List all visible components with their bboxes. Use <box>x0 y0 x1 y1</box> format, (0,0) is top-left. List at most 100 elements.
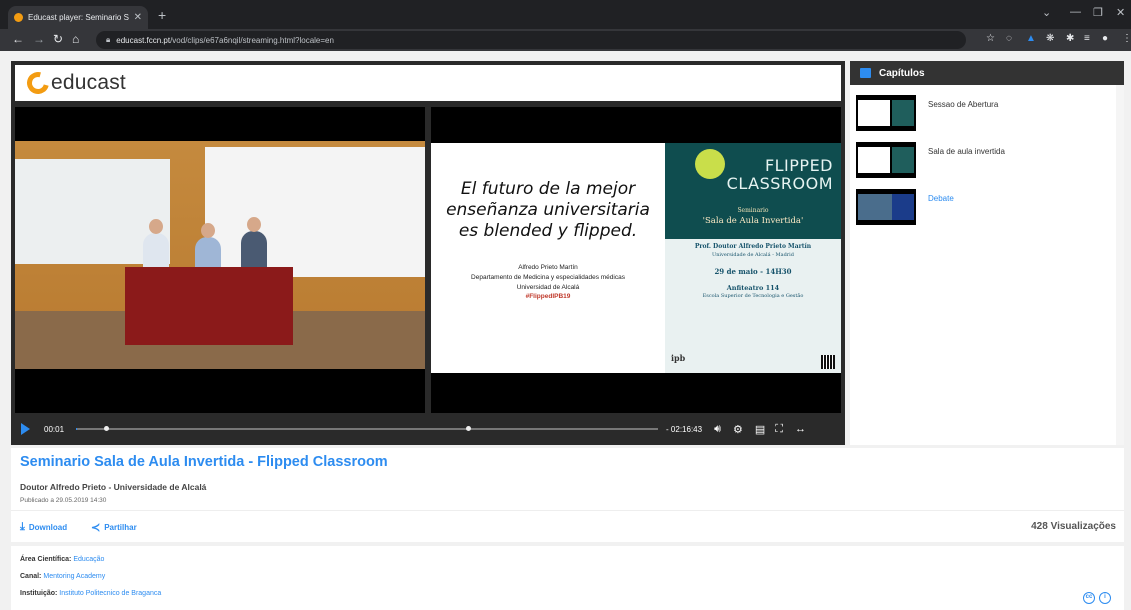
classroom-scene <box>15 141 425 369</box>
seek-progress <box>76 428 78 430</box>
chapters-scrollbar[interactable] <box>1116 85 1124 445</box>
poster-venue: Anfiteatro 114 <box>726 284 780 292</box>
current-time: 00:01 <box>44 424 65 434</box>
profile-avatar[interactable]: ● <box>1102 33 1108 44</box>
poster-speaker: Prof. Doutor Alfredo Prieto Martín <box>694 243 812 250</box>
chapter-thumbnail <box>856 189 916 225</box>
canal-row: Canal: Mentoring Academy <box>20 573 105 580</box>
tab-title: Educast player: Seminario Sala de <box>28 13 129 22</box>
download-icon: ⤓ <box>20 521 25 533</box>
red-table <box>125 267 293 345</box>
slide-headline: El futuro de la mejor enseñanza universi… <box>446 179 650 241</box>
menu-icon[interactable]: ⋮ <box>1122 33 1131 44</box>
chapters-title: Capítulos <box>879 67 925 79</box>
close-window-icon[interactable]: ✕ <box>1116 6 1125 19</box>
presentation-slide: El futuro de la mejor enseñanza universi… <box>431 143 665 373</box>
chapter-marker <box>466 426 472 431</box>
speaker-1-head <box>149 219 163 234</box>
poster-header: FLIPPED CLASSROOM Seminario 'Sala de Aula… <box>665 143 841 239</box>
close-tab-icon[interactable]: ✕ <box>134 12 142 23</box>
share-label: Partilhar <box>104 523 137 532</box>
slide-hashtag: #FlippedIPB19 <box>525 293 571 300</box>
player-controls: 00:01 - 02:16:43 🔊︎ ⚙ ▤ ⛶ ↔ <box>15 417 841 441</box>
browser-tab[interactable]: Educast player: Seminario Sala de ✕ <box>8 6 148 29</box>
settings-gear-icon[interactable]: ⚙ <box>733 423 743 436</box>
tab-search-icon[interactable]: ⌄ <box>1042 6 1051 19</box>
forward-icon[interactable]: → <box>33 32 45 46</box>
area-label: Área Científica: <box>20 556 72 563</box>
whiteboard-right <box>205 147 425 277</box>
download-button[interactable]: ⤓ Download <box>20 521 67 534</box>
url-host: educast.fccn.pt <box>116 35 171 45</box>
restore-icon[interactable]: ❐ <box>1093 6 1103 19</box>
url-path: /vod/clips/e67a6nqil/streaming.html?loca… <box>170 35 334 45</box>
area-link[interactable]: Educação <box>73 556 104 563</box>
chapter-label: Sala de aula invertida <box>928 147 1005 156</box>
expand-width-icon[interactable]: ↔ <box>795 423 806 435</box>
canal-link[interactable]: Mentoring Academy <box>43 573 105 580</box>
reload-icon[interactable]: ↻ <box>53 32 63 46</box>
poster-speaker-univ: Universidade de Alcalá - Madrid <box>712 252 794 258</box>
address-bar[interactable]: 🔒︎ educast.fccn.pt/vod/clips/e67a6nqil/s… <box>96 31 966 49</box>
home-icon[interactable]: ⌂ <box>72 32 79 46</box>
view-count: 428 Visualizações <box>1031 521 1116 532</box>
chapter-thumbnail <box>856 95 916 131</box>
educast-logo-icon <box>22 67 54 99</box>
chapter-label: Sessao de Abertura <box>928 100 999 109</box>
logo-text: educast <box>51 71 126 94</box>
poster-date: 29 de maio - 14H30 <box>714 267 792 276</box>
seek-bar[interactable] <box>76 426 659 431</box>
cc-license-icon[interactable]: cc <box>1083 592 1095 604</box>
video-info: Seminario Sala de Aula Invertida - Flipp… <box>11 448 1124 542</box>
poster-seminar-title: 'Sala de Aula Invertida' <box>702 216 804 226</box>
slide-univ: Universidad de Alcalá <box>516 284 580 291</box>
extensions-puzzle-icon[interactable]: ✱ <box>1066 33 1074 44</box>
ipb-logo: ipb <box>671 353 686 363</box>
chapter-label: Debate <box>928 194 954 203</box>
institution-row: Instituição: Instituto Politecnico de Br… <box>20 590 161 597</box>
new-tab-icon[interactable]: + <box>158 7 166 23</box>
chapter-thumbnail <box>856 142 916 178</box>
share-button[interactable]: ≺ Partilhar <box>91 521 137 534</box>
institution-link[interactable]: Instituto Politecnico de Braganca <box>59 590 161 597</box>
video-metadata: Área Científica: Educação Canal: Mentori… <box>11 546 1124 610</box>
chapter-item-active[interactable]: Debate <box>856 189 1118 227</box>
poster-title-line1: FLIPPED <box>764 156 833 175</box>
extension-icon[interactable]: ◌ <box>1006 33 1012 44</box>
chapter-marker <box>104 426 110 431</box>
camera-video[interactable] <box>15 107 425 413</box>
player-logo-band: educast <box>15 65 841 101</box>
poster-title-line2: CLASSROOM <box>726 174 833 193</box>
slide-dept: Departamento de Medicina y especialidade… <box>471 274 625 281</box>
back-icon[interactable]: ← <box>12 32 24 46</box>
chapters-header: Capítulos <box>850 61 1124 85</box>
remaining-time: - 02:16:43 <box>666 424 703 434</box>
chapter-item[interactable]: Sessao de Abertura <box>856 95 1118 133</box>
share-icon: ≺ <box>91 522 101 534</box>
address-toolbar: ← → ↻ ⌂ 🔒︎ educast.fccn.pt/vod/clips/e67… <box>0 29 1131 51</box>
list-icon <box>860 68 871 78</box>
speaker-2-head <box>201 223 215 238</box>
fullscreen-icon[interactable]: ⛶ <box>775 423 783 436</box>
slides-video[interactable]: El futuro de la mejor enseñanza universi… <box>431 107 841 413</box>
video-author: Doutor Alfredo Prieto - Universidade de … <box>20 482 207 492</box>
reading-list-icon[interactable]: ≡ <box>1084 33 1090 44</box>
volume-icon[interactable]: 🔊︎ <box>714 423 721 436</box>
slide-author: Alfredo Prieto Martín <box>518 264 578 271</box>
area-row: Área Científica: Educação <box>20 556 104 563</box>
apple-icon <box>695 149 725 179</box>
layout-icon[interactable]: ▤ <box>755 423 765 436</box>
bookmark-star-icon[interactable]: ☆ <box>986 33 995 44</box>
video-player[interactable]: educast El futuro de la mejor enseñanza … <box>11 61 845 445</box>
extension-2-icon[interactable]: ▲ <box>1026 33 1036 44</box>
poster-title: FLIPPED CLASSROOM <box>727 157 833 193</box>
actions-bar: ⤓ Download ≺ Partilhar 428 Visualizações <box>11 510 1124 542</box>
canal-label: Canal: <box>20 573 42 580</box>
minimize-icon[interactable]: — <box>1070 6 1081 18</box>
chapter-item[interactable]: Sala de aula invertida <box>856 142 1118 180</box>
attribution-icon[interactable]: i <box>1099 592 1111 604</box>
poster-venue-school: Escola Superior de Tecnologia e Gestão <box>702 293 804 299</box>
extension-3-icon[interactable]: ❋ <box>1046 33 1054 44</box>
browser-tabbar: Educast player: Seminario Sala de ✕ + ⌄ … <box>0 0 1131 29</box>
play-icon[interactable] <box>21 423 30 435</box>
